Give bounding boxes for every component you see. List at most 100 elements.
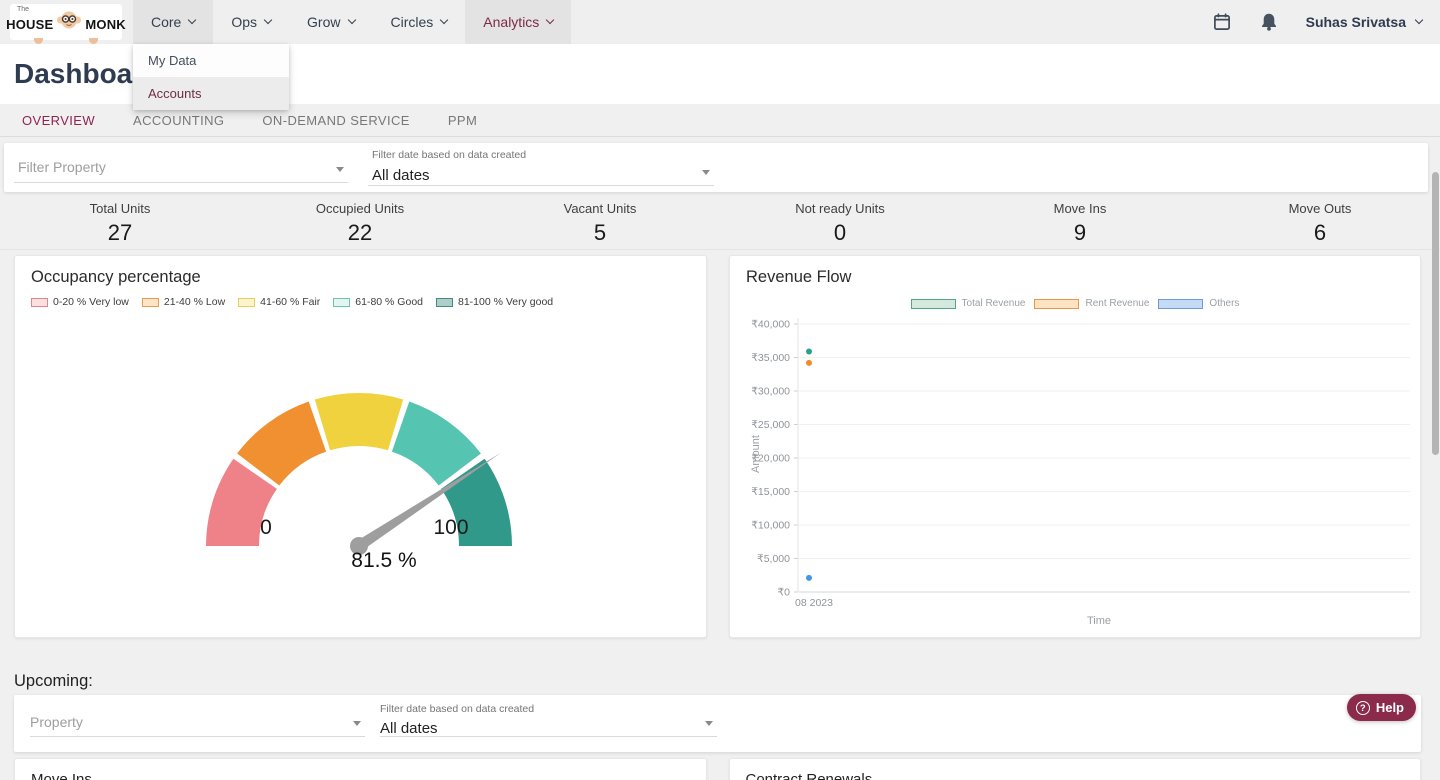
nav-item-label: Ops	[231, 14, 257, 30]
stat-move-ins: Move Ins 9	[960, 192, 1200, 249]
nav-item-label: Grow	[307, 14, 340, 30]
navbar-right: Suhas Srivatsa	[1212, 12, 1422, 32]
revenue-flow-card: Revenue Flow Total Revenue Rent Revenue …	[729, 255, 1421, 638]
upcoming-filter-bar: Property Filter date based on data creat…	[14, 695, 1421, 752]
svg-text:₹5,000: ₹5,000	[757, 553, 790, 565]
stat-total-units: Total Units 27	[0, 192, 240, 249]
x-axis-title: Time	[1069, 615, 1129, 627]
chevron-down-icon	[188, 16, 196, 24]
stat-value: 6	[1200, 220, 1440, 246]
stat-value: 27	[0, 220, 240, 246]
brand-monk: MONK	[85, 17, 126, 32]
stat-vacant-units: Vacant Units 5	[480, 192, 720, 249]
tab-ppm[interactable]: PPM	[429, 104, 496, 136]
contract-renewals-title: Contract Renewals	[746, 771, 873, 780]
menu-item-accounts[interactable]: Accounts	[133, 77, 289, 110]
filter-date-label: Filter date based on data created	[372, 149, 526, 161]
stat-label: Occupied Units	[240, 201, 480, 216]
user-name: Suhas Srivatsa	[1306, 14, 1406, 30]
select-arrow-icon	[702, 170, 710, 175]
svg-text:₹10,000: ₹10,000	[751, 520, 790, 532]
filter-date-select[interactable]: Filter date based on data created All da…	[368, 145, 714, 186]
select-arrow-icon	[705, 721, 713, 726]
stat-occupied-units: Occupied Units 22	[240, 192, 480, 249]
upcoming-property-placeholder: Property	[30, 714, 83, 730]
monkey-logo-icon	[56, 10, 82, 35]
nav-item-label: Circles	[391, 14, 434, 30]
stat-value: 5	[480, 220, 720, 246]
chevron-down-icon	[546, 16, 554, 24]
filter-date-value: All dates	[372, 167, 714, 184]
core-dropdown-menu: My Data Accounts	[133, 44, 289, 110]
paw-icon	[89, 38, 98, 44]
svg-text:₹40,000: ₹40,000	[751, 319, 790, 331]
help-label: Help	[1376, 700, 1404, 715]
nav-item-analytics[interactable]: Analytics	[465, 0, 571, 44]
occupancy-card: Occupancy percentage 0-20 % Very low 21-…	[14, 255, 707, 638]
revenue-scatter-chart: ₹0₹5,000₹10,000₹15,000₹20,000₹25,000₹30,…	[730, 256, 1422, 639]
gauge-max-label: 100	[421, 516, 481, 540]
vertical-scrollbar-thumb[interactable]	[1432, 172, 1439, 455]
filter-property-select[interactable]: Filter Property	[14, 152, 348, 183]
nav-item-label: Core	[151, 14, 181, 30]
svg-text:₹35,000: ₹35,000	[751, 352, 790, 364]
chevron-down-icon	[347, 16, 355, 24]
brand-the: The	[17, 6, 29, 13]
bell-icon[interactable]	[1260, 12, 1278, 32]
move-ins-title: Move Ins	[31, 771, 92, 780]
upcoming-property-select[interactable]: Property	[30, 708, 365, 737]
top-navbar: The HOUSE MONK Co	[0, 0, 1440, 44]
stat-label: Not ready Units	[720, 201, 960, 216]
stat-label: Move Outs	[1200, 201, 1440, 216]
nav-item-core[interactable]: Core	[133, 0, 213, 44]
contract-renewals-card: Contract Renewals	[729, 758, 1422, 780]
nav-item-label: Analytics	[483, 14, 539, 30]
menu-item-my-data[interactable]: My Data	[133, 44, 289, 77]
nav-item-grow[interactable]: Grow	[289, 0, 372, 44]
filter-property-placeholder: Filter Property	[18, 159, 106, 175]
brand-logo[interactable]: The HOUSE MONK	[10, 4, 122, 40]
stats-row: Total Units 27 Occupied Units 22 Vacant …	[0, 192, 1440, 250]
chevron-down-icon	[1415, 16, 1423, 24]
page-content: OVERVIEW ACCOUNTING ON-DEMAND SERVICE PP…	[0, 104, 1440, 780]
main-nav: Core Ops Grow Circles Analytics	[133, 0, 571, 44]
y-axis-title: Amount	[750, 414, 762, 494]
chevron-down-icon	[264, 16, 272, 24]
help-button[interactable]: ? Help	[1347, 694, 1416, 721]
upcoming-cards-row: Move Ins Contract Renewals	[14, 758, 1421, 780]
stat-value: 22	[240, 220, 480, 246]
nav-item-ops[interactable]: Ops	[213, 0, 289, 44]
stat-value: 9	[960, 220, 1200, 246]
gauge-value-label: 81.5 %	[324, 549, 444, 573]
stat-move-outs: Move Outs 6	[1200, 192, 1440, 249]
top-filter-bar: Filter Property Filter date based on dat…	[4, 143, 1428, 192]
brand-house: HOUSE	[6, 17, 53, 32]
occupancy-gauge-chart	[15, 256, 708, 639]
app-screen: The HOUSE MONK Co	[0, 0, 1440, 780]
upcoming-date-label: Filter date based on data created	[380, 703, 534, 715]
user-menu[interactable]: Suhas Srivatsa	[1306, 14, 1422, 30]
paw-icon	[34, 38, 43, 44]
stat-label: Move Ins	[960, 201, 1200, 216]
menu-item-label: Accounts	[148, 86, 201, 101]
svg-text:08 2023: 08 2023	[795, 597, 833, 609]
gauge-min-label: 0	[236, 516, 296, 540]
calendar-icon[interactable]	[1212, 12, 1232, 32]
charts-row: Occupancy percentage 0-20 % Very low 21-…	[14, 255, 1421, 638]
menu-item-label: My Data	[148, 53, 196, 68]
upcoming-heading: Upcoming:	[14, 670, 1440, 692]
stat-value: 0	[720, 220, 960, 246]
stat-label: Total Units	[0, 201, 240, 216]
question-mark-icon: ?	[1356, 701, 1370, 715]
chevron-down-icon	[440, 16, 448, 24]
stat-not-ready-units: Not ready Units 0	[720, 192, 960, 249]
upcoming-date-select[interactable]: Filter date based on data created All da…	[380, 699, 717, 737]
upcoming-date-value: All dates	[380, 720, 717, 737]
svg-text:₹30,000: ₹30,000	[751, 386, 790, 398]
select-arrow-icon	[353, 721, 361, 726]
stat-label: Vacant Units	[480, 201, 720, 216]
nav-item-circles[interactable]: Circles	[373, 0, 466, 44]
svg-text:₹0: ₹0	[777, 587, 790, 599]
tab-overview[interactable]: OVERVIEW	[3, 104, 114, 136]
select-arrow-icon	[336, 167, 344, 172]
